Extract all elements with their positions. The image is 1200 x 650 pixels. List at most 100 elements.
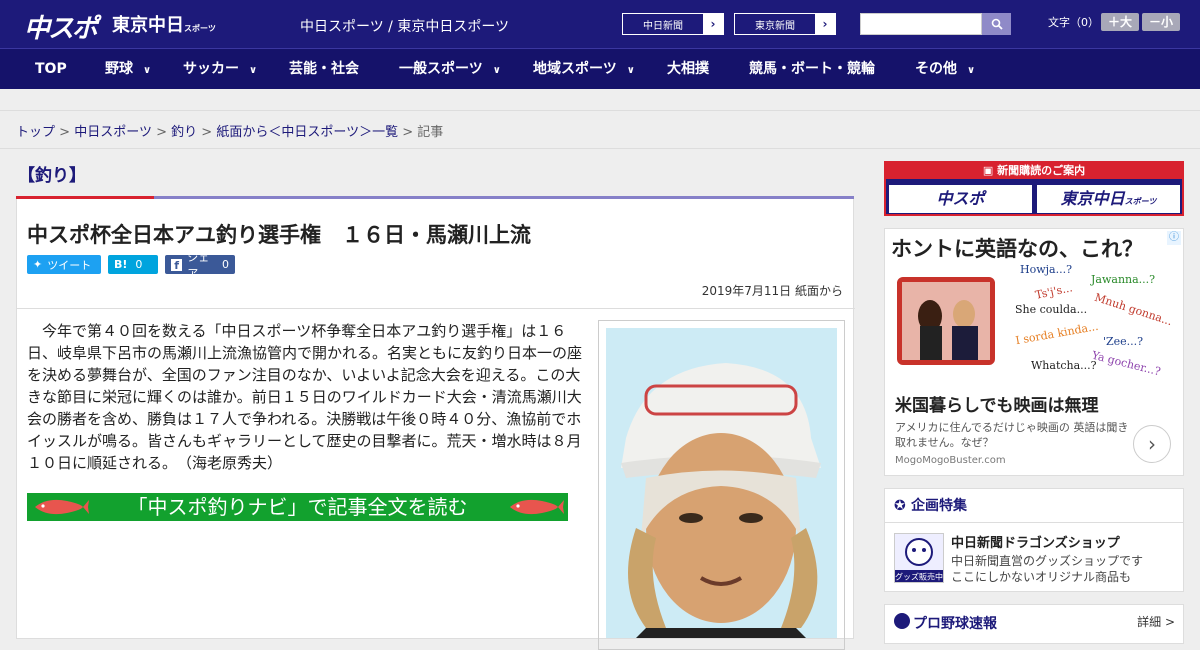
breadcrumb-fishing[interactable]: 釣り [171,125,197,140]
subscribe-tokyo-button[interactable]: 東京中日スポーツ [1037,185,1180,213]
site-names: 中日スポーツ / 東京中日スポーツ [300,19,510,35]
ad-headline: ホントに英語なの、これ？ [891,237,1143,261]
ad-title: 米国暮らしでも映画は無理 [895,396,1099,416]
subscribe-tokyo-text: 東京中日 [1060,189,1125,208]
nav-label: 芸能・社会 [289,61,359,77]
nav-general-sports[interactable]: 一般スポーツ ∨ [399,49,501,89]
ad-phrase: Ts'j's... [1034,281,1074,302]
tokyo-chunichi-logo[interactable]: 東京中日スポーツ [112,11,216,37]
subscription-box: ▣ 新聞購読のご案内 中スポ 東京中日スポーツ [884,161,1184,216]
search-icon [991,18,1003,30]
facebook-share-button[interactable]: f シェア 0 [165,251,235,280]
chuspo-logo[interactable]: 中スポ [24,8,98,45]
ribbon-icon: ✪ [894,498,906,514]
subscribe-chuspo-button[interactable]: 中スポ [889,185,1032,213]
tweet-button[interactable]: ✦ ツイート [27,255,101,274]
subscription-title-text: 新聞購読のご案内 [997,164,1086,177]
subscription-title: ▣ 新聞購読のご案内 [886,163,1182,179]
feature-desc-line: 中日新聞直営のグッズショップです [951,554,1144,568]
hatena-bookmark-button[interactable]: B! 0 [108,255,158,274]
baseball-icon [894,613,910,629]
chunichi-shimbun-link[interactable]: 中日新聞 › [622,13,724,35]
main-nav: TOP 野球 ∨ サッカー ∨ 芸能・社会 一般スポーツ ∨ 地域スポーツ ∨ 大相撲 … [0,48,1200,89]
breadcrumb-sep: > [59,125,71,140]
article-photo[interactable] [598,320,845,650]
chevron-right-icon[interactable]: › [1133,425,1171,463]
twitter-icon: ✦ [33,258,43,271]
divider [17,308,855,309]
ad-phrase: Whatcha...? [1031,359,1097,372]
ad-phrase: I sorda kinda... [1014,319,1100,348]
ad-phrase: Mnuh gonna... [1092,290,1174,329]
angler-photo [606,328,837,638]
thumb-label: グッズ販売中 [895,572,943,582]
nav-label: TOP [35,61,67,77]
breadcrumb-top[interactable]: トップ [16,125,55,140]
nav-baseball[interactable]: 野球 ∨ [105,49,151,89]
nav-local-sports[interactable]: 地域スポーツ ∨ [533,49,635,89]
breadcrumb: トップ > 中日スポーツ > 釣り > 紙面から＜中日スポーツ＞一覧 > 記事 [16,121,443,140]
feature-item-desc: 中日新聞直営のグッズショップです ここにしかないオリジナル商品も [951,553,1143,585]
tv-illustration [897,277,995,365]
nav-entertainment[interactable]: 芸能・社会 [289,49,359,89]
font-smaller-button[interactable]: －小 [1142,13,1180,31]
tweet-label: ツイート [47,258,92,272]
tokyo-logo-text: 東京中日 [112,15,184,36]
sea-bream-icon [510,499,564,515]
breadcrumb-list[interactable]: 紙面から＜中日スポーツ＞一覧 [216,125,398,140]
feature-heading-text: 企画特集 [911,498,967,514]
feature-section: ✪ 企画特集 グッズ販売中 中日新聞ドラゴンズショップ 中日新聞直営のグッズショッ… [884,488,1184,592]
chevron-right-icon: › [815,14,835,34]
facebook-icon: f [171,258,183,272]
article-body: 今年で第４０回を数える「中日スポーツ杯争奪全日本アユ釣り選手権」は１６日、岐阜県… [27,322,583,472]
font-size-label: 文字（0） [1048,16,1099,29]
tokyo-label: 東京新聞 [755,20,795,32]
ad-source: MogoMogoBuster.com [895,455,1006,466]
search-button[interactable] [982,13,1011,35]
newspaper-icon: ▣ [982,164,998,177]
breadcrumb-current: 記事 [417,125,444,140]
nav-other[interactable]: その他 ∨ [915,49,975,89]
fishing-navi-banner[interactable]: 「中スポ釣りナビ」で記事全文を読む [27,493,568,521]
chevron-down-icon: ∨ [143,65,152,76]
article-date: 2019年7月11日 紙面から [701,284,843,298]
ad-phrase: She coulda... [1015,303,1088,316]
tokyo-shimbun-link[interactable]: 東京新聞 › [734,13,836,35]
nav-label: サッカー [183,61,239,77]
sea-bream-icon [35,499,89,515]
chevron-right-icon: › [703,14,723,34]
category-heading: 【釣り】 [18,166,86,186]
nav-label: 競馬・ボート・競輪 [749,61,875,77]
chevron-down-icon: ∨ [967,65,976,76]
article: 中スポ杯全日本アユ釣り選手権 １６日・馬瀬川上流 ✦ ツイート B! 0 f シェア 0… [16,199,855,650]
facebook-label: シェア [187,250,210,280]
breadcrumb-sep: > [156,125,167,140]
top-strip [0,89,1200,111]
breadcrumb-sep: > [402,125,414,140]
feature-desc-line: ここにしかないオリジナル商品も [951,570,1132,584]
nav-label: 野球 [105,61,133,77]
ad-phrase: Howja...? [1020,263,1072,276]
baseball-details-link[interactable]: 詳細 > [1137,613,1175,630]
dragons-shop-thumbnail[interactable]: グッズ販売中 [894,533,944,583]
ad-description: アメリカに住んでるだけじゃ映画の 英語は聞き取れません。なぜ？ [895,421,1129,449]
nav-racing[interactable]: 競馬・ボート・競輪 [749,49,875,89]
hatena-icon: B! [114,258,128,271]
site-header: 中スポ 東京中日スポーツ 中日スポーツ / 東京中日スポーツ 中日新聞 › 東京新… [0,0,1200,48]
breadcrumb-chunichi-sports[interactable]: 中日スポーツ [74,125,152,140]
font-bigger-button[interactable]: ＋大 [1101,13,1139,31]
search-input[interactable] [860,13,982,35]
ad-close-icon[interactable]: ⓘ [1167,231,1181,245]
nav-sumo[interactable]: 大相撲 [667,49,709,89]
nav-soccer[interactable]: サッカー ∨ [183,49,257,89]
navi-banner-text: 「中スポ釣りナビ」で記事全文を読む [127,495,468,519]
ad-phrase: Ya gocher...? [1090,348,1162,379]
nav-top[interactable]: TOP [35,49,67,89]
facebook-count: 0 [222,258,229,271]
divider [0,148,1200,149]
nav-label: 一般スポーツ [399,61,483,77]
breadcrumb-sep: > [201,125,213,140]
feature-heading: ✪ 企画特集 [885,489,1183,523]
feature-item-title[interactable]: 中日新聞ドラゴンズショップ [951,532,1120,551]
advertisement[interactable]: ⓘ ホントに英語なの、これ？ Howja...? Jawanna...? Ts'… [884,228,1184,476]
